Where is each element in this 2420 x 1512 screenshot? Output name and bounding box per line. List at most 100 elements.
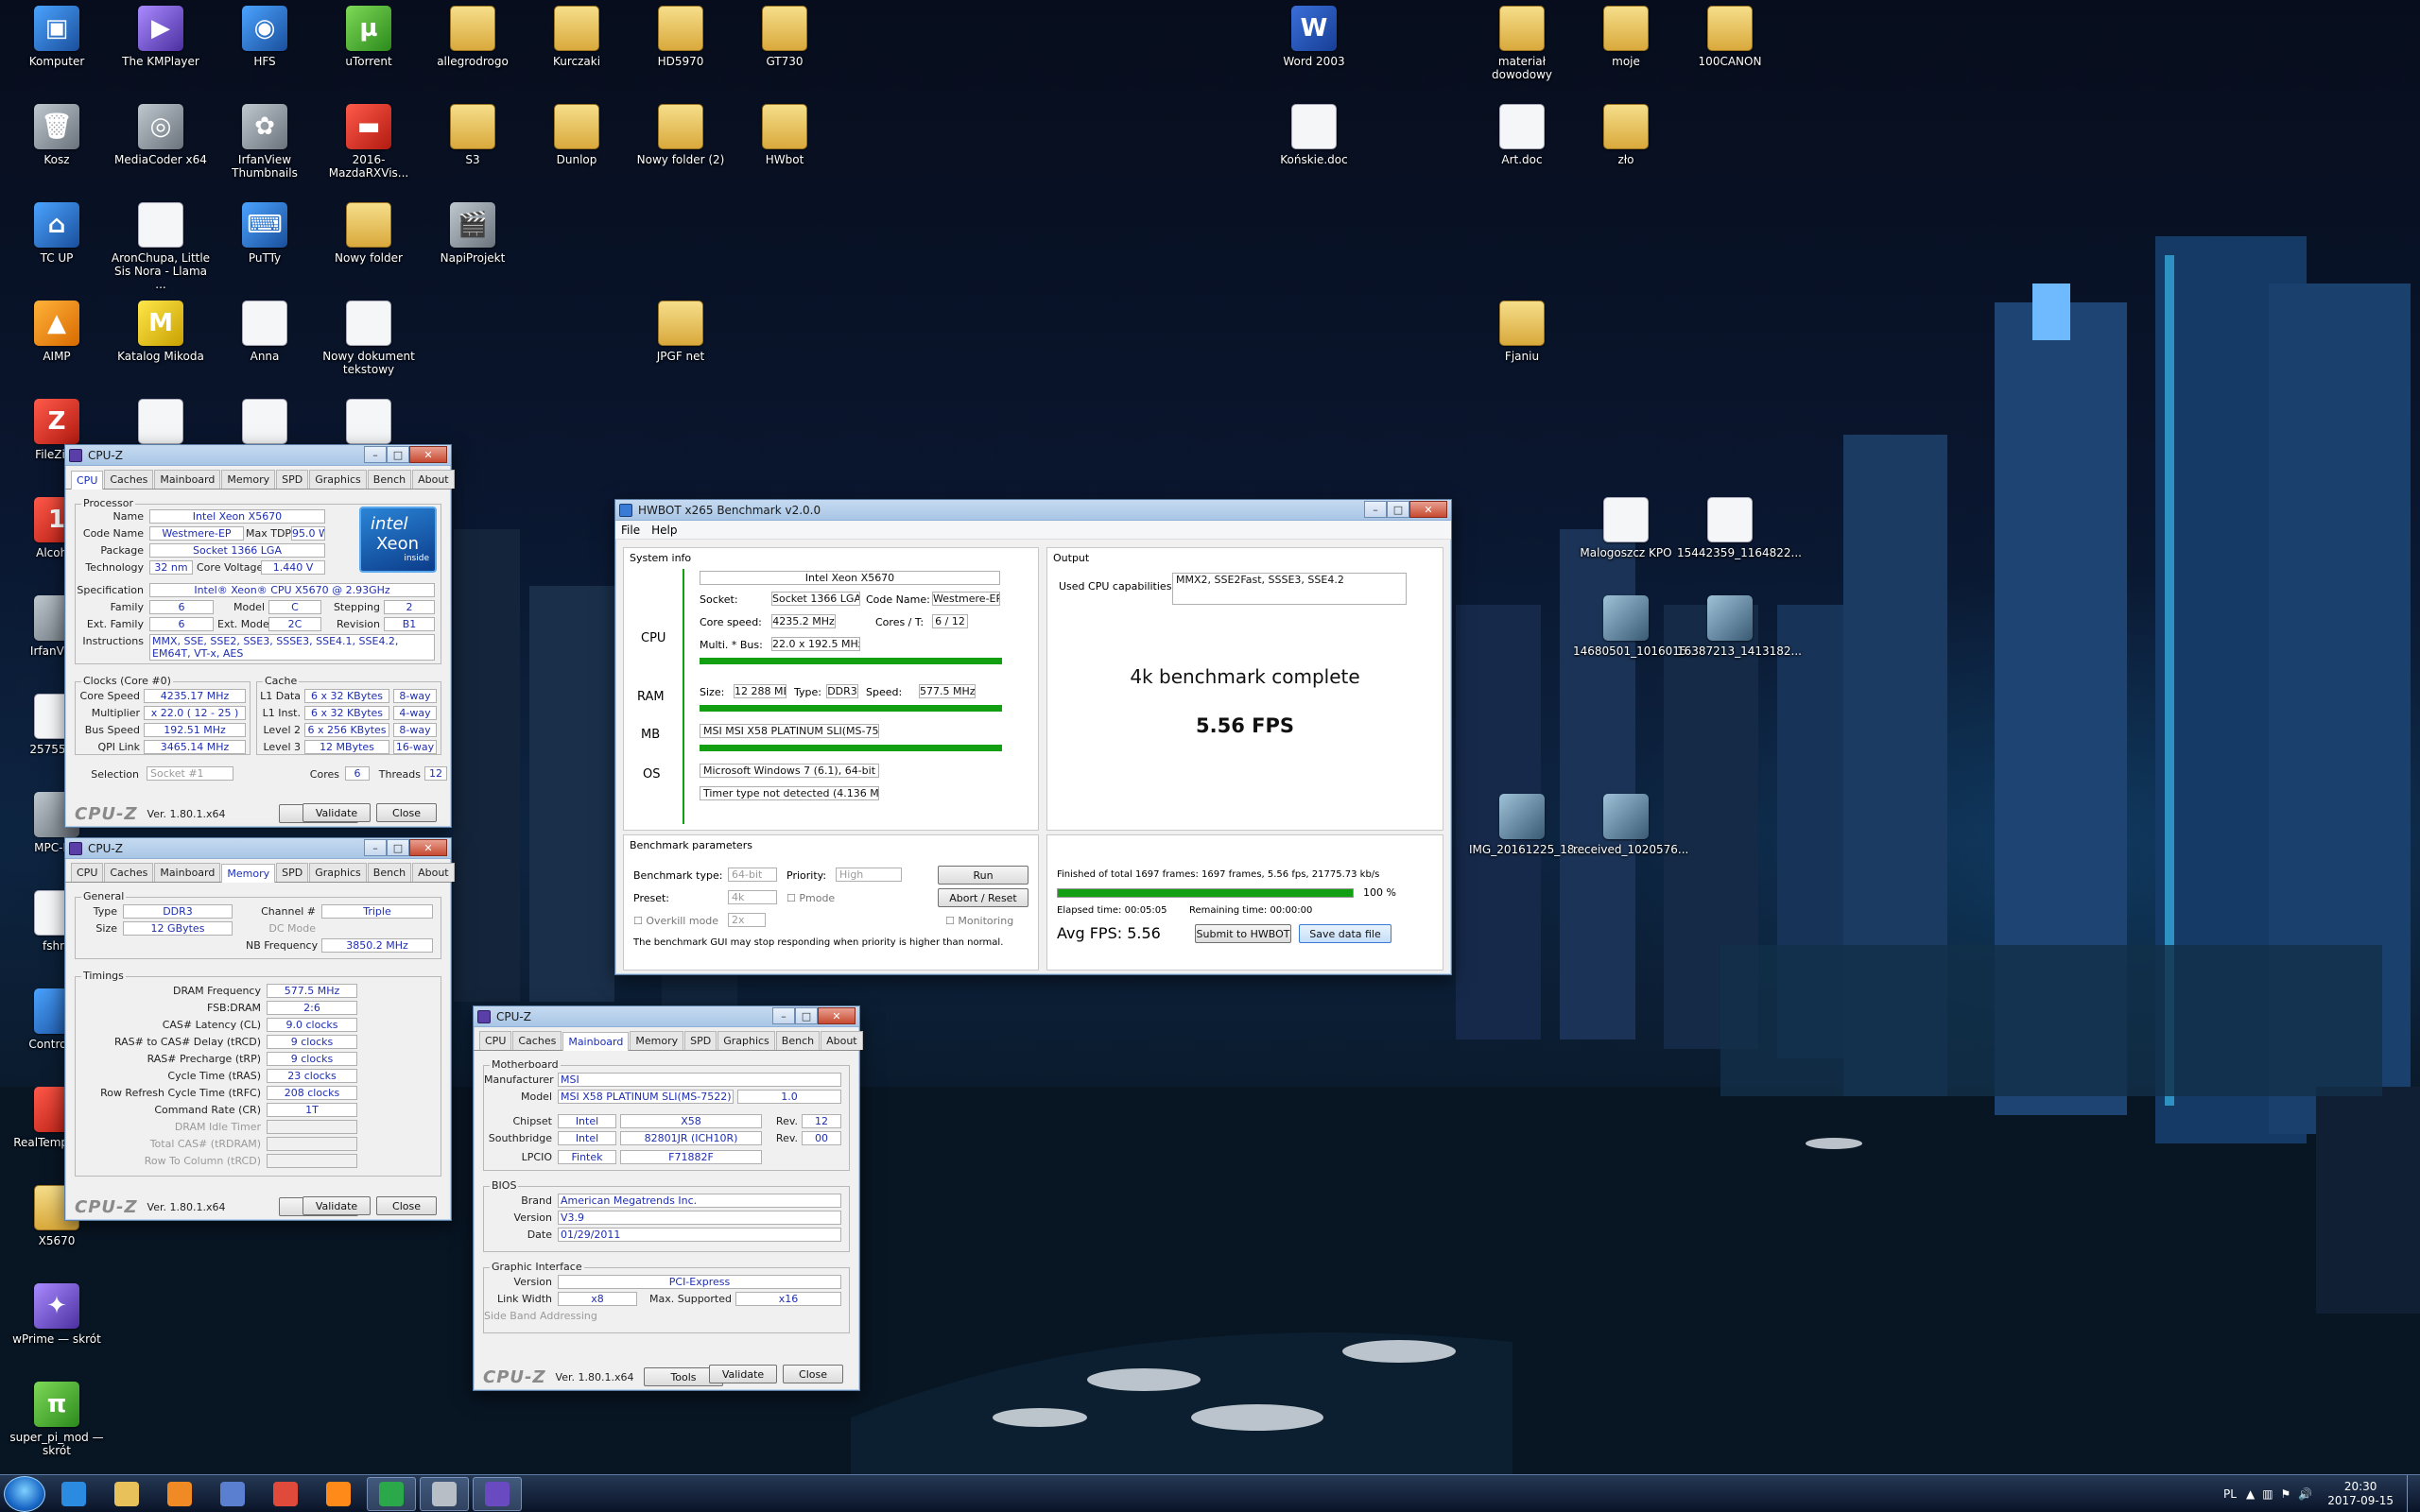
cpuz2-validate-button[interactable]: Validate — [302, 1196, 371, 1215]
tab-mainboard[interactable]: Mainboard — [154, 470, 221, 489]
minimize-button[interactable]: – — [364, 839, 387, 856]
cpuz-cpu-window[interactable]: CPU-Z – □ ✕ CPU Caches Mainboard Memory SP… — [64, 444, 455, 828]
tab-caches[interactable]: Caches — [104, 863, 154, 882]
desktop-icon[interactable]: AronChupa, Little Sis Nora - Llama ... — [108, 202, 214, 293]
taskbar-item-gray[interactable] — [420, 1476, 469, 1511]
desktop-icon[interactable]: 🎬 NapiProjekt — [420, 202, 526, 293]
selection-dropdown[interactable]: Socket #1 — [147, 766, 233, 781]
tab-about[interactable]: About — [412, 863, 455, 882]
overkill-checkbox[interactable]: ☐ Overkill mode — [633, 915, 718, 927]
save-data-file-button[interactable]: Save data file — [1299, 924, 1392, 943]
desktop-icon[interactable]: ▲ AIMP — [4, 301, 110, 391]
priority-dropdown[interactable]: High — [836, 868, 902, 882]
desktop-icon[interactable]: M Katalog Mikoda — [108, 301, 214, 391]
btype-dropdown[interactable]: 64-bit — [728, 868, 777, 882]
minimize-button[interactable]: – — [364, 446, 387, 463]
desktop-icon[interactable]: 100CANON — [1677, 6, 1783, 96]
desktop-icon[interactable]: π super_pi_mod — skrót — [4, 1382, 110, 1472]
show-desktop-button[interactable] — [2407, 1475, 2420, 1512]
maximize-button[interactable]: □ — [387, 446, 409, 463]
tab-memory[interactable]: Memory — [221, 864, 276, 883]
desktop-icon[interactable]: Art.doc — [1469, 104, 1575, 195]
desktop-icon[interactable]: Nowy folder (2) — [628, 104, 734, 195]
taskbar-item-chrome[interactable] — [261, 1477, 310, 1511]
tab-bench[interactable]: Bench — [775, 1031, 821, 1050]
desktop-icon[interactable]: ✦ wPrime — skrót — [4, 1283, 110, 1374]
taskbar-item-ie[interactable] — [49, 1477, 98, 1511]
submit-hwbot-button[interactable]: Submit to HWBOT — [1195, 924, 1291, 943]
tab-cpu[interactable]: CPU — [71, 471, 104, 490]
volume-icon[interactable]: 🔊 — [2298, 1487, 2312, 1501]
abort-reset-button[interactable]: Abort / Reset — [938, 888, 1028, 907]
start-button[interactable] — [4, 1475, 45, 1512]
cpuz-mainboard-window[interactable]: CPU-Z – □ ✕ CPU Caches Mainboard Memory SP… — [473, 1005, 863, 1391]
taskbar-item-firefox[interactable] — [314, 1477, 363, 1511]
cpuz-cpu-titlebar[interactable]: CPU-Z – □ ✕ — [65, 445, 451, 466]
desktop-icon[interactable]: Kurczaki — [524, 6, 630, 96]
desktop-icon[interactable]: HWbot — [732, 104, 838, 195]
desktop-icon[interactable]: GT730 — [732, 6, 838, 96]
desktop-icon[interactable]: Nowy folder — [316, 202, 422, 293]
desktop-icon[interactable]: ◉ HFS — [212, 6, 318, 96]
desktop-icon[interactable]: HD5970 — [628, 6, 734, 96]
desktop-icon[interactable]: Fjaniu — [1469, 301, 1575, 391]
desktop-icon[interactable]: S3 — [420, 104, 526, 195]
tab-graphics[interactable]: Graphics — [309, 863, 367, 882]
monitoring-checkbox[interactable]: ☐ Monitoring — [945, 915, 1013, 927]
taskbar-item-app[interactable] — [208, 1477, 257, 1511]
tab-memory[interactable]: Memory — [221, 470, 276, 489]
tab-about[interactable]: About — [821, 1031, 863, 1050]
desktop-icon[interactable]: allegrodrogo — [420, 6, 526, 96]
tab-mainboard[interactable]: Mainboard — [562, 1032, 630, 1051]
tab-caches[interactable]: Caches — [512, 1031, 562, 1050]
cpuz1-validate-button[interactable]: Validate — [302, 803, 371, 822]
pmode-checkbox[interactable]: ☐ Pmode — [786, 892, 835, 904]
tab-bench[interactable]: Bench — [367, 863, 412, 882]
desktop-icon[interactable]: 14680501_1016015... — [1573, 595, 1698, 686]
cpuz3-validate-button[interactable]: Validate — [709, 1365, 777, 1383]
desktop-icon[interactable]: Nowy dokument tekstowy — [316, 301, 422, 391]
tab-cpu[interactable]: CPU — [479, 1031, 512, 1050]
cpuz1-close-button[interactable]: Close — [376, 803, 437, 822]
cpuz-memory-titlebar[interactable]: CPU-Z – □ ✕ — [65, 838, 451, 859]
cpuz-mainboard-titlebar[interactable]: CPU-Z – □ ✕ — [474, 1006, 859, 1027]
tab-memory[interactable]: Memory — [630, 1031, 684, 1050]
desktop-icon[interactable]: received_1020576... — [1573, 794, 1688, 885]
desktop-icon[interactable]: W Word 2003 — [1261, 6, 1367, 96]
taskbar-item-cpuz[interactable] — [473, 1476, 522, 1511]
desktop-icon[interactable]: ◎ MediaCoder x64 — [108, 104, 214, 195]
flag-icon[interactable]: ⚑ — [2281, 1487, 2291, 1501]
desktop-icon[interactable]: JPGF net — [628, 301, 734, 391]
close-icon[interactable]: ✕ — [818, 1007, 856, 1024]
desktop-icon[interactable]: ▬ 2016-MazdaRXVis... — [316, 104, 422, 195]
close-icon[interactable]: ✕ — [409, 839, 447, 856]
tray-arrow-icon[interactable]: ▲ — [2246, 1487, 2255, 1501]
desktop-icon[interactable]: ✿ IrfanView Thumbnails — [212, 104, 318, 195]
network-icon[interactable]: ▥ — [2262, 1487, 2273, 1501]
tab-graphics[interactable]: Graphics — [717, 1031, 775, 1050]
desktop-icon[interactable]: Anna — [212, 301, 318, 391]
hwbot-titlebar[interactable]: HWBOT x265 Benchmark v2.0.0 – □ ✕ — [615, 500, 1451, 521]
tab-cpu[interactable]: CPU — [71, 863, 104, 882]
clock[interactable]: 20:30 2017-09-15 — [2327, 1480, 2394, 1508]
language-indicator[interactable]: PL — [2223, 1487, 2237, 1501]
menu-file[interactable]: File — [621, 524, 640, 537]
preset-dropdown[interactable]: 4k — [728, 890, 777, 904]
minimize-button[interactable]: – — [772, 1007, 795, 1024]
cpuz3-close-button[interactable]: Close — [783, 1365, 843, 1383]
desktop-icon[interactable]: ▣ Komputer — [4, 6, 110, 96]
maximize-button[interactable]: □ — [387, 839, 409, 856]
desktop-icon[interactable]: Końskie.doc — [1261, 104, 1367, 195]
desktop-icon[interactable]: zło — [1573, 104, 1679, 195]
minimize-button[interactable]: – — [1364, 501, 1387, 518]
overkill-dropdown[interactable]: 2x — [728, 913, 766, 927]
desktop-icon[interactable]: ⌨ PuTTy — [212, 202, 318, 293]
desktop-icon[interactable]: ⌂ TC UP — [4, 202, 110, 293]
menu-help[interactable]: Help — [651, 524, 677, 537]
cpuz2-close-button[interactable]: Close — [376, 1196, 437, 1215]
tab-graphics[interactable]: Graphics — [309, 470, 367, 489]
tab-spd[interactable]: SPD — [276, 470, 309, 489]
taskbar-item-explorer[interactable] — [102, 1477, 151, 1511]
tab-mainboard[interactable]: Mainboard — [154, 863, 221, 882]
desktop-icon[interactable]: Malogoszcz KPO — [1573, 497, 1679, 588]
